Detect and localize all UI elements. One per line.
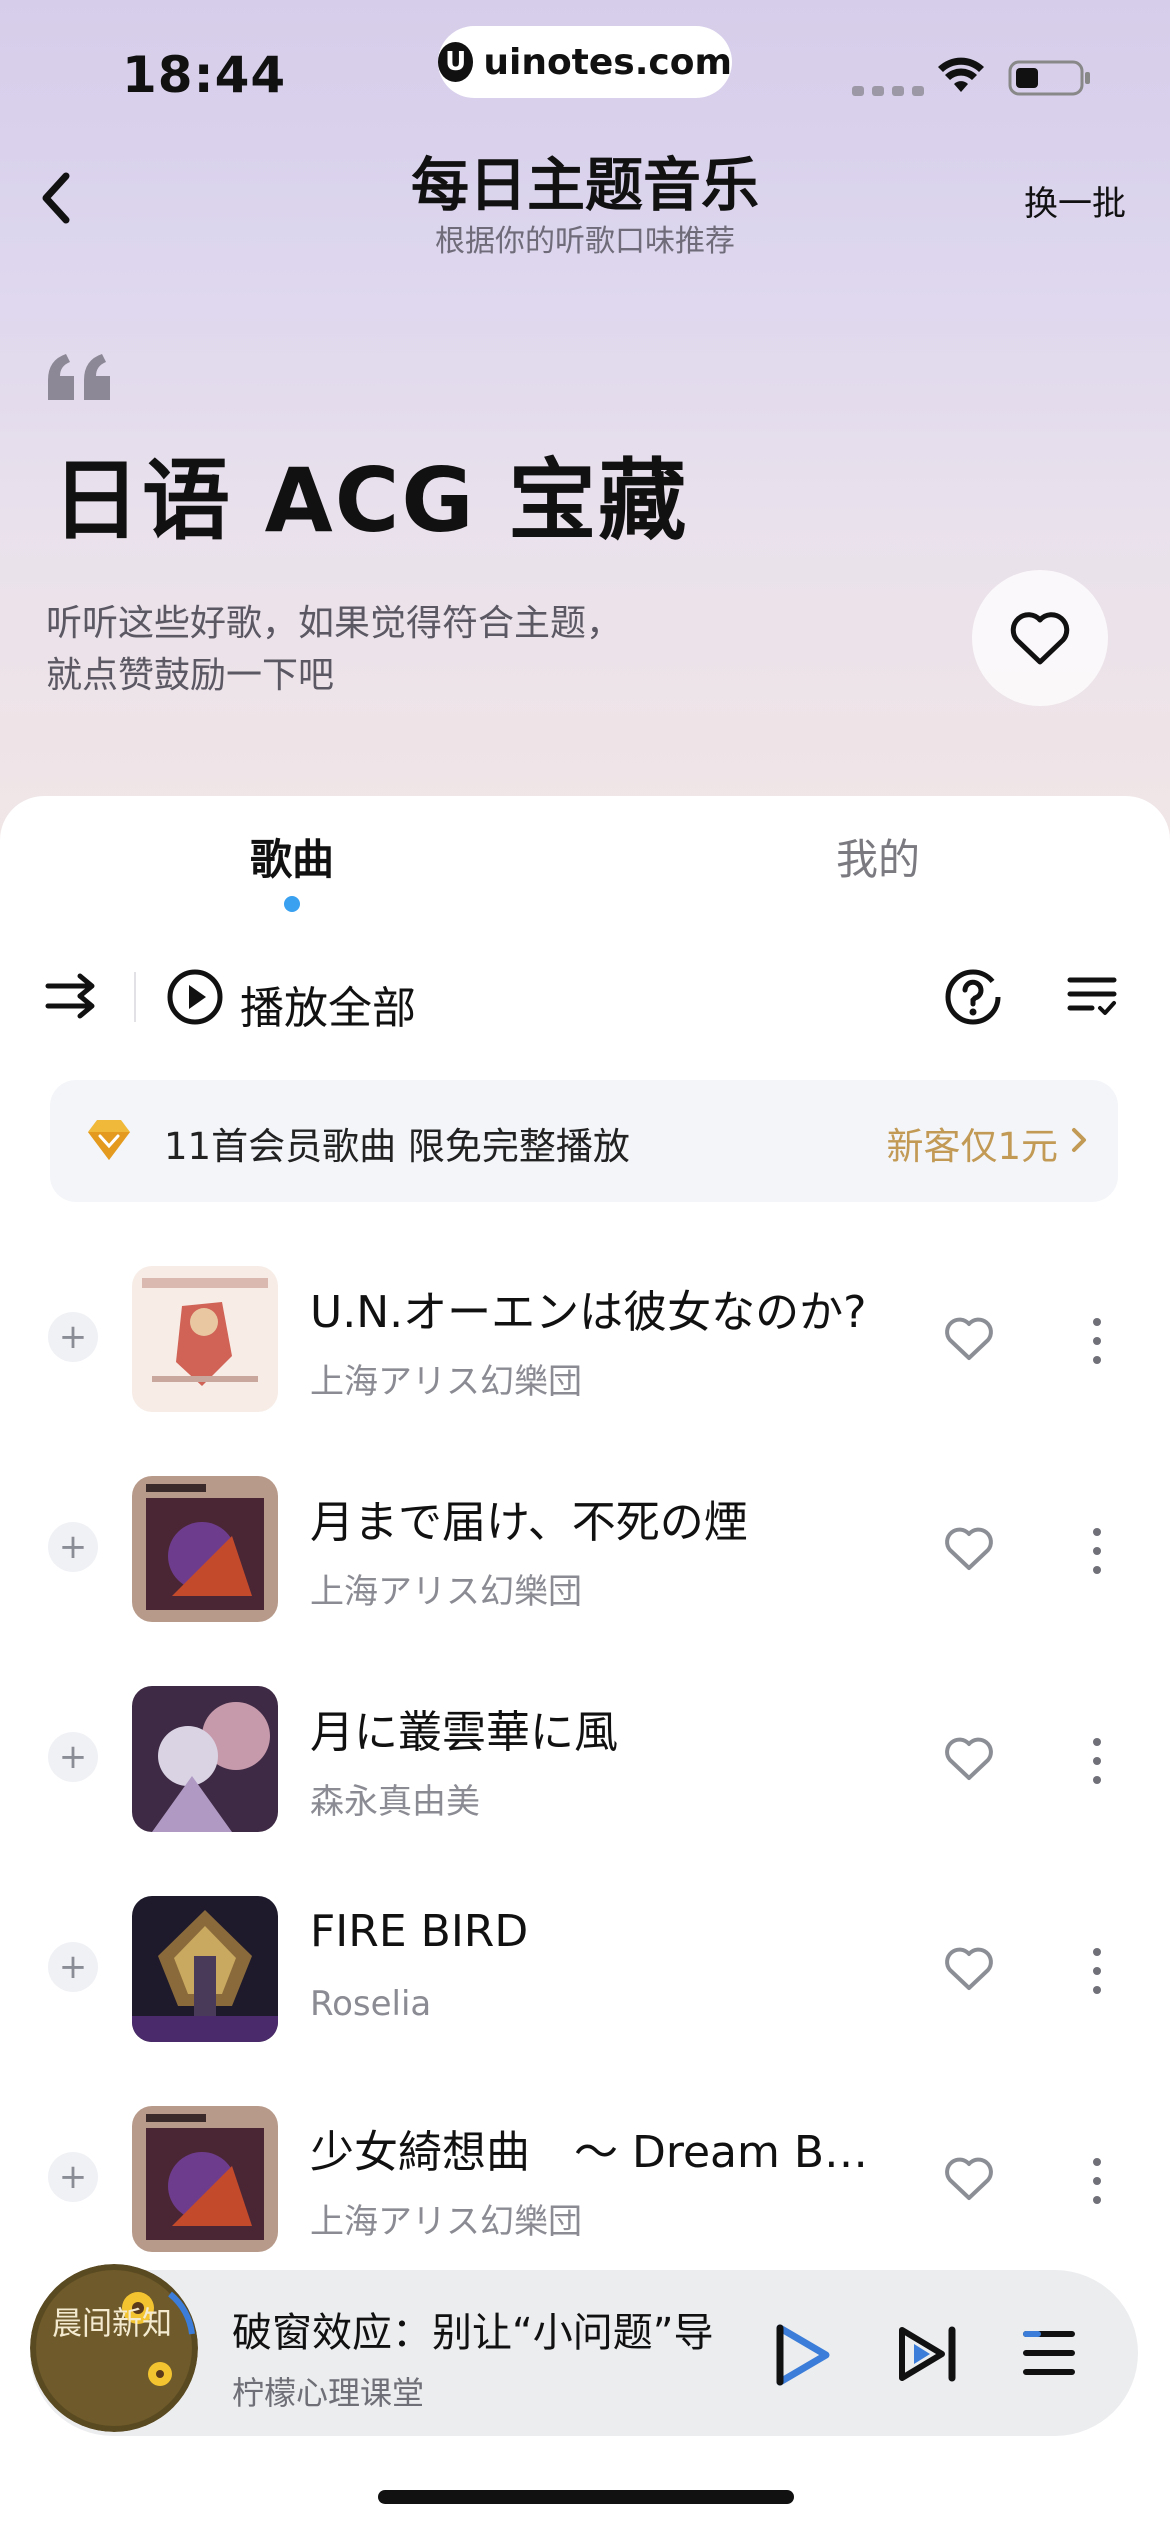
play-all-button[interactable]: 播放全部 (240, 972, 416, 1036)
song-title: 月に叢雲華に風 (310, 1707, 618, 1758)
heart-icon[interactable] (944, 1946, 994, 1992)
vip-banner-text: 11首会员歌曲 限免完整播放 (164, 1125, 630, 1168)
album-art-1 (132, 1266, 278, 1412)
album-art-3 (132, 1686, 278, 1832)
album-cover (132, 1266, 278, 1412)
album-art-4 (132, 1896, 278, 2042)
theme-desc-line2: 就点赞鼓励一下吧 (46, 655, 335, 696)
more-options-icon[interactable] (1080, 2154, 1114, 2208)
like-theme-button[interactable] (972, 570, 1108, 706)
song-artist: 上海アリス幻樂団 (310, 1572, 582, 1612)
battery-icon (1008, 60, 1090, 96)
theme-title: 日语 ACG 宝藏 (52, 449, 689, 552)
song-artist: Roselia (310, 1984, 432, 2024)
vip-diamond-icon (88, 1120, 130, 1160)
status-bar: 18:44 U uinotes.com (0, 0, 1170, 150)
mini-player-cover[interactable]: 晨间新知 (30, 2264, 198, 2432)
chevron-right-icon (1072, 1128, 1086, 1152)
album-cover (132, 1476, 278, 1622)
more-options-icon[interactable] (1080, 1944, 1114, 1998)
tab-songs[interactable]: 歌曲 (192, 826, 392, 887)
page-subtitle: 根据你的听歌口味推荐 (435, 224, 735, 259)
theme-description: 听听这些好歌，如果觉得符合主题， 就点赞鼓励一下吧 (46, 598, 746, 702)
more-options-icon[interactable] (1080, 1734, 1114, 1788)
song-artist: 上海アリス幻樂団 (310, 1362, 582, 1402)
play-circle-icon[interactable] (166, 968, 224, 1026)
more-options-icon[interactable] (1080, 1524, 1114, 1578)
song-list: + U.N.オーエンは彼女なのか? 上海アリス幻樂団 + 月まで届け、不死の煙 … (0, 1236, 1170, 2286)
heart-icon[interactable] (944, 1316, 994, 1362)
play-mode-icon[interactable] (44, 970, 100, 1022)
theme-desc-line1: 听听这些好歌，如果觉得符合主题， (46, 603, 623, 644)
album-cover (132, 1896, 278, 2042)
vip-cta-link[interactable]: 新客仅1元 (886, 1116, 1058, 1170)
url-text: uinotes.com (483, 41, 732, 83)
song-title: 月まで届け、不死の煙 (310, 1497, 748, 1548)
tab-bar: 歌曲 我的 (0, 796, 1170, 926)
album-art-5 (132, 2106, 278, 2252)
add-song-button[interactable]: + (48, 1522, 98, 1572)
heart-icon (1010, 612, 1070, 665)
mini-player-subtitle: 柠檬心理课堂 (232, 2374, 425, 2412)
status-time: 18:44 (122, 46, 287, 104)
add-song-button[interactable]: + (48, 2152, 98, 2202)
list-toolbar: 播放全部 (0, 946, 1170, 1046)
playlist-icon[interactable] (1020, 2324, 1078, 2382)
mini-player[interactable]: 晨间新知 破窗效应：别让“小问题”导 柠檬心理课堂 (30, 2264, 1138, 2436)
album-art-2 (132, 1476, 278, 1622)
heart-icon[interactable] (944, 1736, 994, 1782)
site-logo-icon: U (438, 42, 474, 82)
song-row[interactable]: + 月まで届け、不死の煙 上海アリス幻樂団 (0, 1446, 1170, 1656)
add-song-button[interactable]: + (48, 1942, 98, 1992)
vip-banner[interactable]: 11首会员歌曲 限免完整播放 新客仅1元 (50, 1080, 1118, 1202)
home-indicator (378, 2490, 794, 2504)
song-row[interactable]: + FIRE BIRD Roselia (0, 1866, 1170, 2076)
podcast-cover-text: 晨间新知 (52, 2304, 172, 2342)
url-pill[interactable]: U uinotes.com (438, 26, 732, 98)
heart-icon[interactable] (944, 2156, 994, 2202)
album-cover (132, 2106, 278, 2252)
quote-icon (48, 354, 110, 400)
play-icon[interactable] (768, 2320, 834, 2390)
song-row[interactable]: + 少女綺想曲 ～ Dream B… 上海アリス幻樂団 (0, 2076, 1170, 2286)
song-row[interactable]: + 月に叢雲華に風 森永真由美 (0, 1656, 1170, 1866)
song-title: U.N.オーエンは彼女なのか? (310, 1287, 867, 1338)
song-title: FIRE BIRD (310, 1906, 529, 1957)
song-artist: 森永真由美 (310, 1782, 480, 1822)
more-options-icon[interactable] (1080, 1314, 1114, 1368)
mini-player-title: 破窗效应：别让“小问题”导 (232, 2310, 714, 2356)
sort-list-icon[interactable] (1066, 970, 1118, 1022)
podcast-cover-art: 晨间新知 (30, 2264, 198, 2432)
wifi-icon (938, 57, 984, 92)
add-song-button[interactable]: + (48, 1312, 98, 1362)
page-title: 每日主题音乐 (410, 151, 759, 219)
signal-icon (852, 86, 924, 96)
help-icon[interactable] (944, 968, 1002, 1026)
song-artist: 上海アリス幻樂団 (310, 2202, 582, 2242)
song-title: 少女綺想曲 ～ Dream B… (310, 2127, 869, 2178)
active-tab-indicator (284, 896, 300, 912)
album-cover (132, 1686, 278, 1832)
song-row[interactable]: + U.N.オーエンは彼女なのか? 上海アリス幻樂団 (0, 1236, 1170, 1446)
next-track-icon[interactable] (896, 2324, 962, 2384)
refresh-batch-button[interactable]: 换一批 (1024, 176, 1126, 225)
toolbar-divider (134, 972, 136, 1022)
add-song-button[interactable]: + (48, 1732, 98, 1782)
tab-mine[interactable]: 我的 (778, 826, 978, 887)
heart-icon[interactable] (944, 1526, 994, 1572)
